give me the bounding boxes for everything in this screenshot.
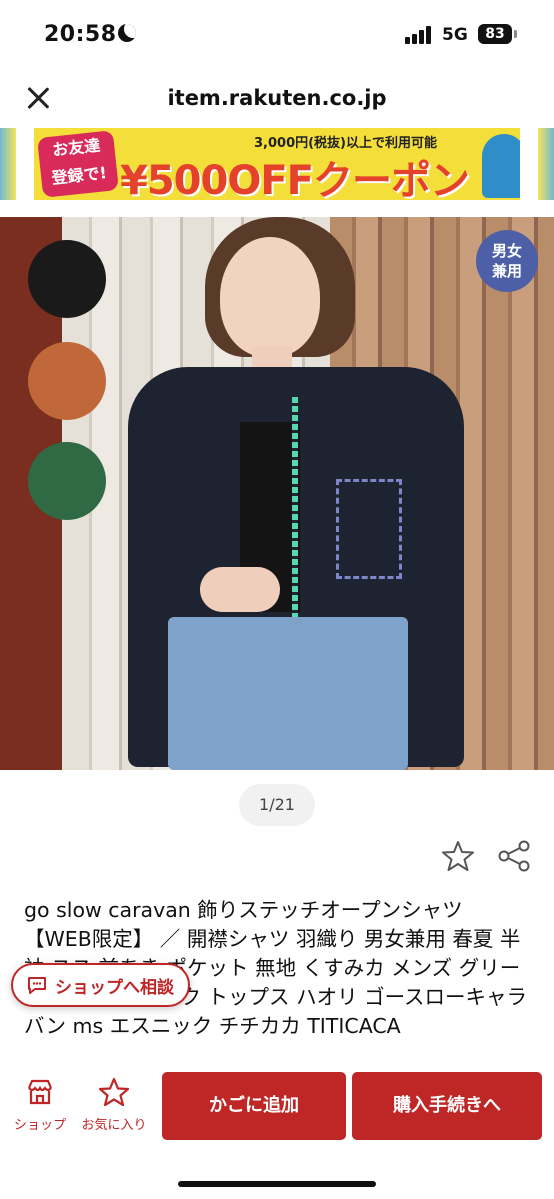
battery-indicator: 83	[478, 24, 512, 44]
star-favorite-icon[interactable]	[440, 838, 476, 874]
network-type: 5G	[442, 25, 468, 45]
bottom-action-bar: ショップ お気に入り かごに追加 購入手続きへ	[0, 1060, 554, 1199]
banner-coupon-text: ¥500OFFクーポン	[120, 158, 470, 200]
checkout-button[interactable]: 購入手続きへ	[352, 1072, 542, 1140]
banner-carousel-prev-peek[interactable]	[0, 128, 16, 200]
add-to-cart-button[interactable]: かごに追加	[162, 1072, 346, 1140]
browser-header: item.rakuten.co.jp	[0, 70, 554, 126]
color-swatch-black	[28, 240, 106, 318]
color-swatch-green	[28, 442, 106, 520]
page-url: item.rakuten.co.jp	[167, 86, 387, 110]
cellular-signal-icon	[405, 26, 435, 44]
shop-nav-button[interactable]: ショップ	[0, 1076, 80, 1133]
unisex-badge: 男女 兼用	[476, 230, 538, 292]
favorite-nav-label: お気に入り	[81, 1118, 147, 1133]
banner-carousel-next-peek[interactable]	[538, 128, 554, 200]
shop-consult-button[interactable]: ショップへ相談	[11, 963, 190, 1007]
model-face	[220, 237, 320, 357]
favorite-nav-button[interactable]: お気に入り	[74, 1076, 154, 1133]
do-not-disturb-moon-icon	[118, 24, 136, 42]
image-page-counter: 1/21	[239, 784, 315, 826]
share-icon[interactable]	[496, 838, 532, 874]
shop-consult-label: ショップへ相談	[55, 977, 174, 998]
status-bar: 20:58 5G 83	[0, 0, 554, 70]
shop-nav-label: ショップ	[13, 1118, 66, 1133]
star-icon	[98, 1077, 130, 1107]
shirt-pocket	[336, 479, 402, 579]
store-icon	[27, 1079, 53, 1105]
chat-icon	[28, 977, 46, 994]
status-time: 20:58	[44, 22, 117, 47]
battery-tip-icon	[514, 30, 517, 38]
banner-friend-label: お友達 登録で!	[37, 130, 119, 198]
coupon-banner[interactable]: お友達 登録で! 3,000円(税抜)以上で利用可能 ¥500OFFクーポン	[34, 128, 520, 200]
model-hand	[200, 567, 280, 612]
home-indicator	[178, 1181, 376, 1187]
color-swatch-orange	[28, 342, 106, 420]
model-jeans	[168, 617, 408, 770]
banner-mascot-image	[482, 134, 520, 198]
